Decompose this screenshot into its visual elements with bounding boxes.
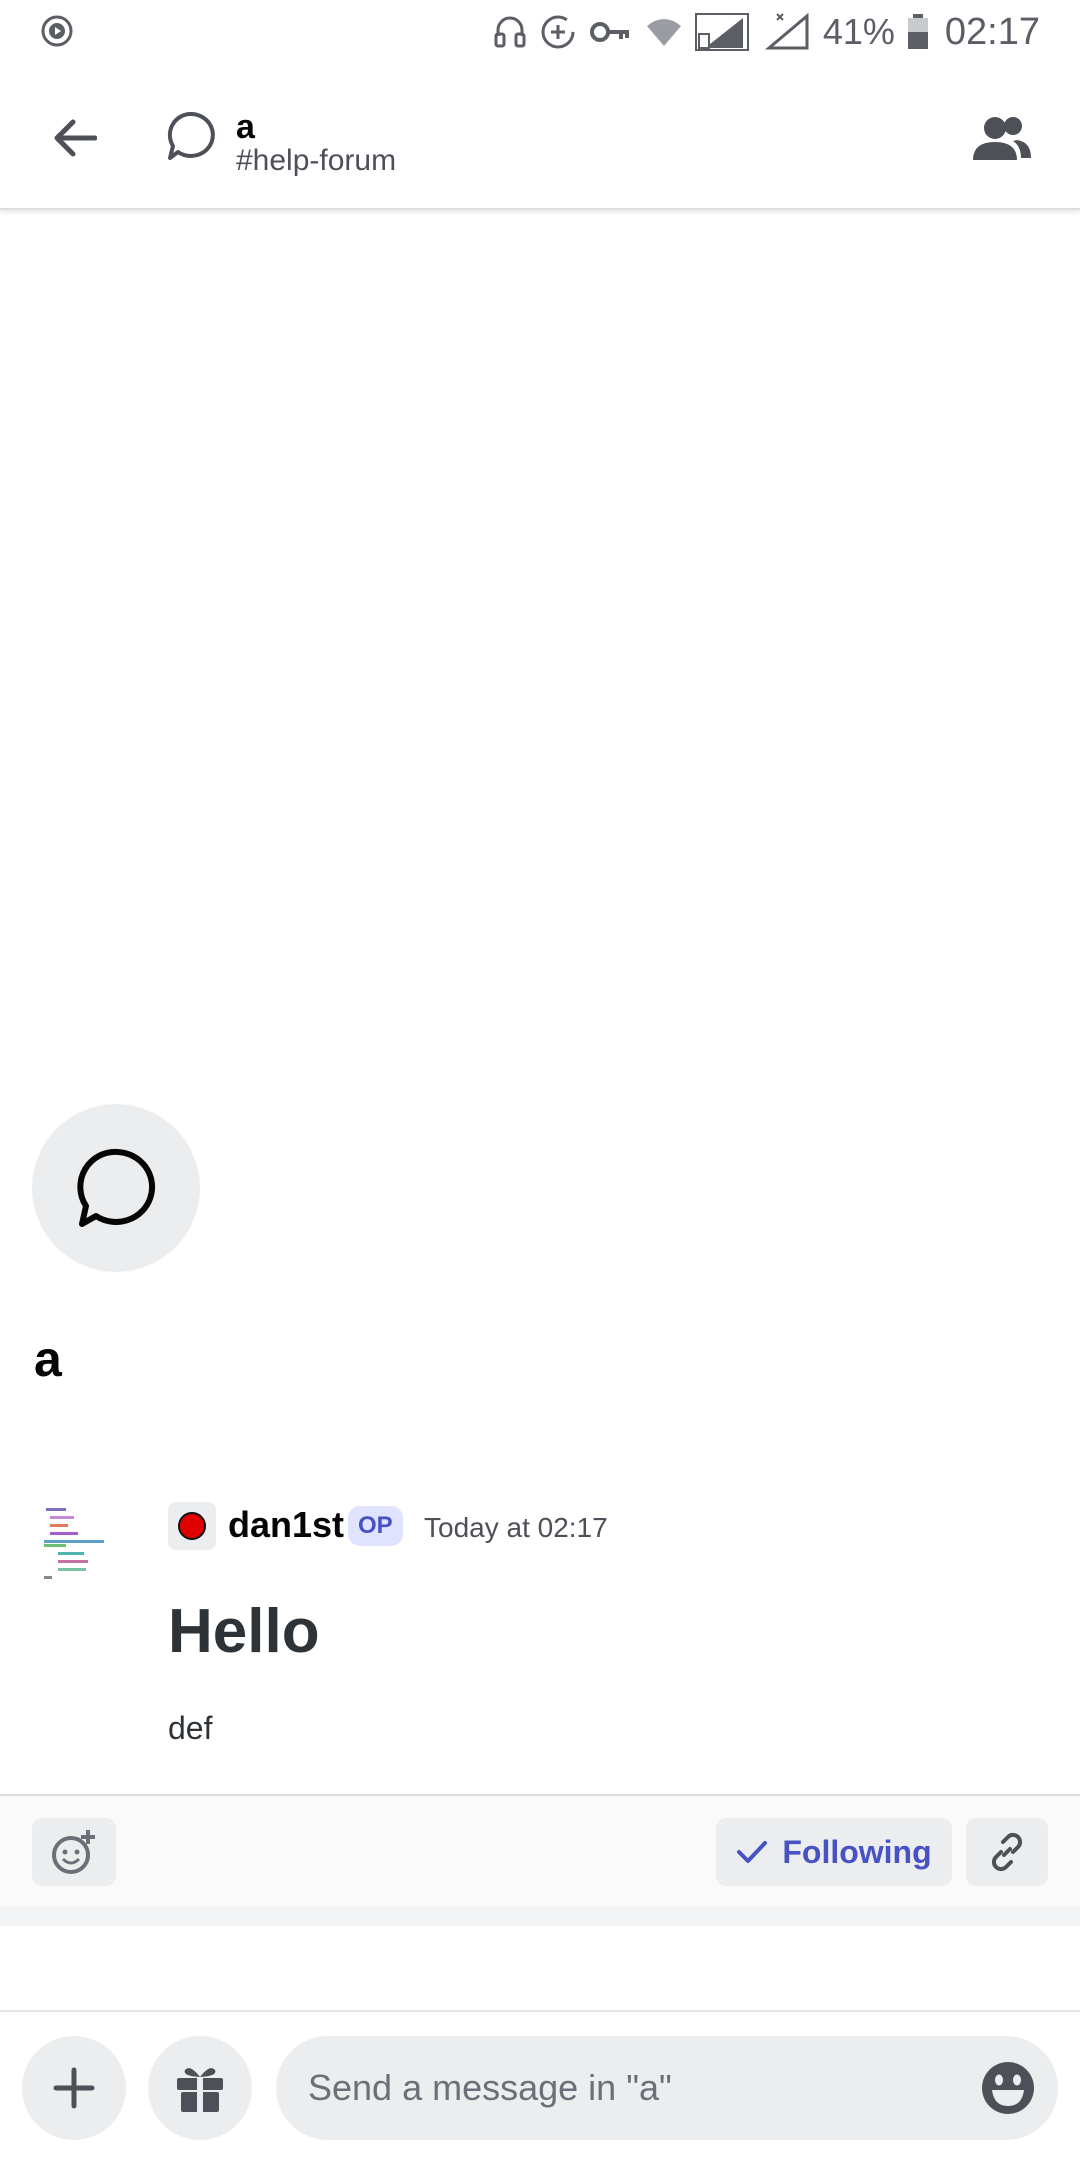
back-arrow-icon [54,119,97,157]
thread-bubble-icon-large [77,1148,156,1227]
headset-icon [494,16,526,48]
add-attachment-button[interactable] [22,2036,126,2140]
message-composer [0,2010,1080,2160]
role-dot [178,1512,206,1540]
op-badge: OP [348,1506,403,1546]
copy-link-button[interactable] [966,1818,1048,1886]
checkmark-icon [737,1841,768,1863]
message-input-container [276,2036,1058,2140]
post-title: a [34,1331,62,1387]
post-icon [32,1104,200,1272]
status-bar: 41% 02:17 [0,0,1080,64]
message-input[interactable] [308,2036,948,2140]
members-icon [973,117,1031,160]
message-heading: Hello [168,1597,320,1666]
wifi-icon [646,19,681,46]
battery-percent: 41% [822,11,895,52]
members-button[interactable] [968,108,1036,168]
status-icons: 41% 02:17 [493,0,1040,64]
role-icon [168,1502,216,1550]
emoji-icon[interactable] [980,2060,1036,2116]
divider [0,1906,1080,1926]
message-author[interactable]: dan1st [228,1504,344,1546]
back-button[interactable] [40,104,108,172]
link-icon [991,1832,1023,1872]
channel-name[interactable]: #help-forum [236,144,396,178]
battery-icon [907,14,928,49]
vpn-key-icon [589,22,629,42]
signal-icon [694,13,749,51]
post-action-bar: Following [0,1794,1080,1906]
signal-icon-2 [764,12,809,50]
data-saver-icon [541,15,575,49]
plus-icon [53,2067,95,2109]
thread-title: a [236,108,255,146]
message-timestamp: Today at 02:17 [424,1512,608,1543]
gift-button[interactable] [148,2036,252,2140]
following-button[interactable]: Following [716,1818,952,1886]
following-label: Following [782,1833,932,1870]
thread-bubble-icon [167,111,215,160]
clock: 02:17 [944,10,1040,53]
channel-header: a #help-forum [0,64,1080,210]
add-reaction-button[interactable] [32,1818,116,1886]
message-body: def [168,1710,213,1746]
gift-icon [177,2068,223,2112]
avatar[interactable] [40,1500,124,1584]
add-reaction-icon [52,1830,95,1874]
play-circle-icon [41,15,73,47]
